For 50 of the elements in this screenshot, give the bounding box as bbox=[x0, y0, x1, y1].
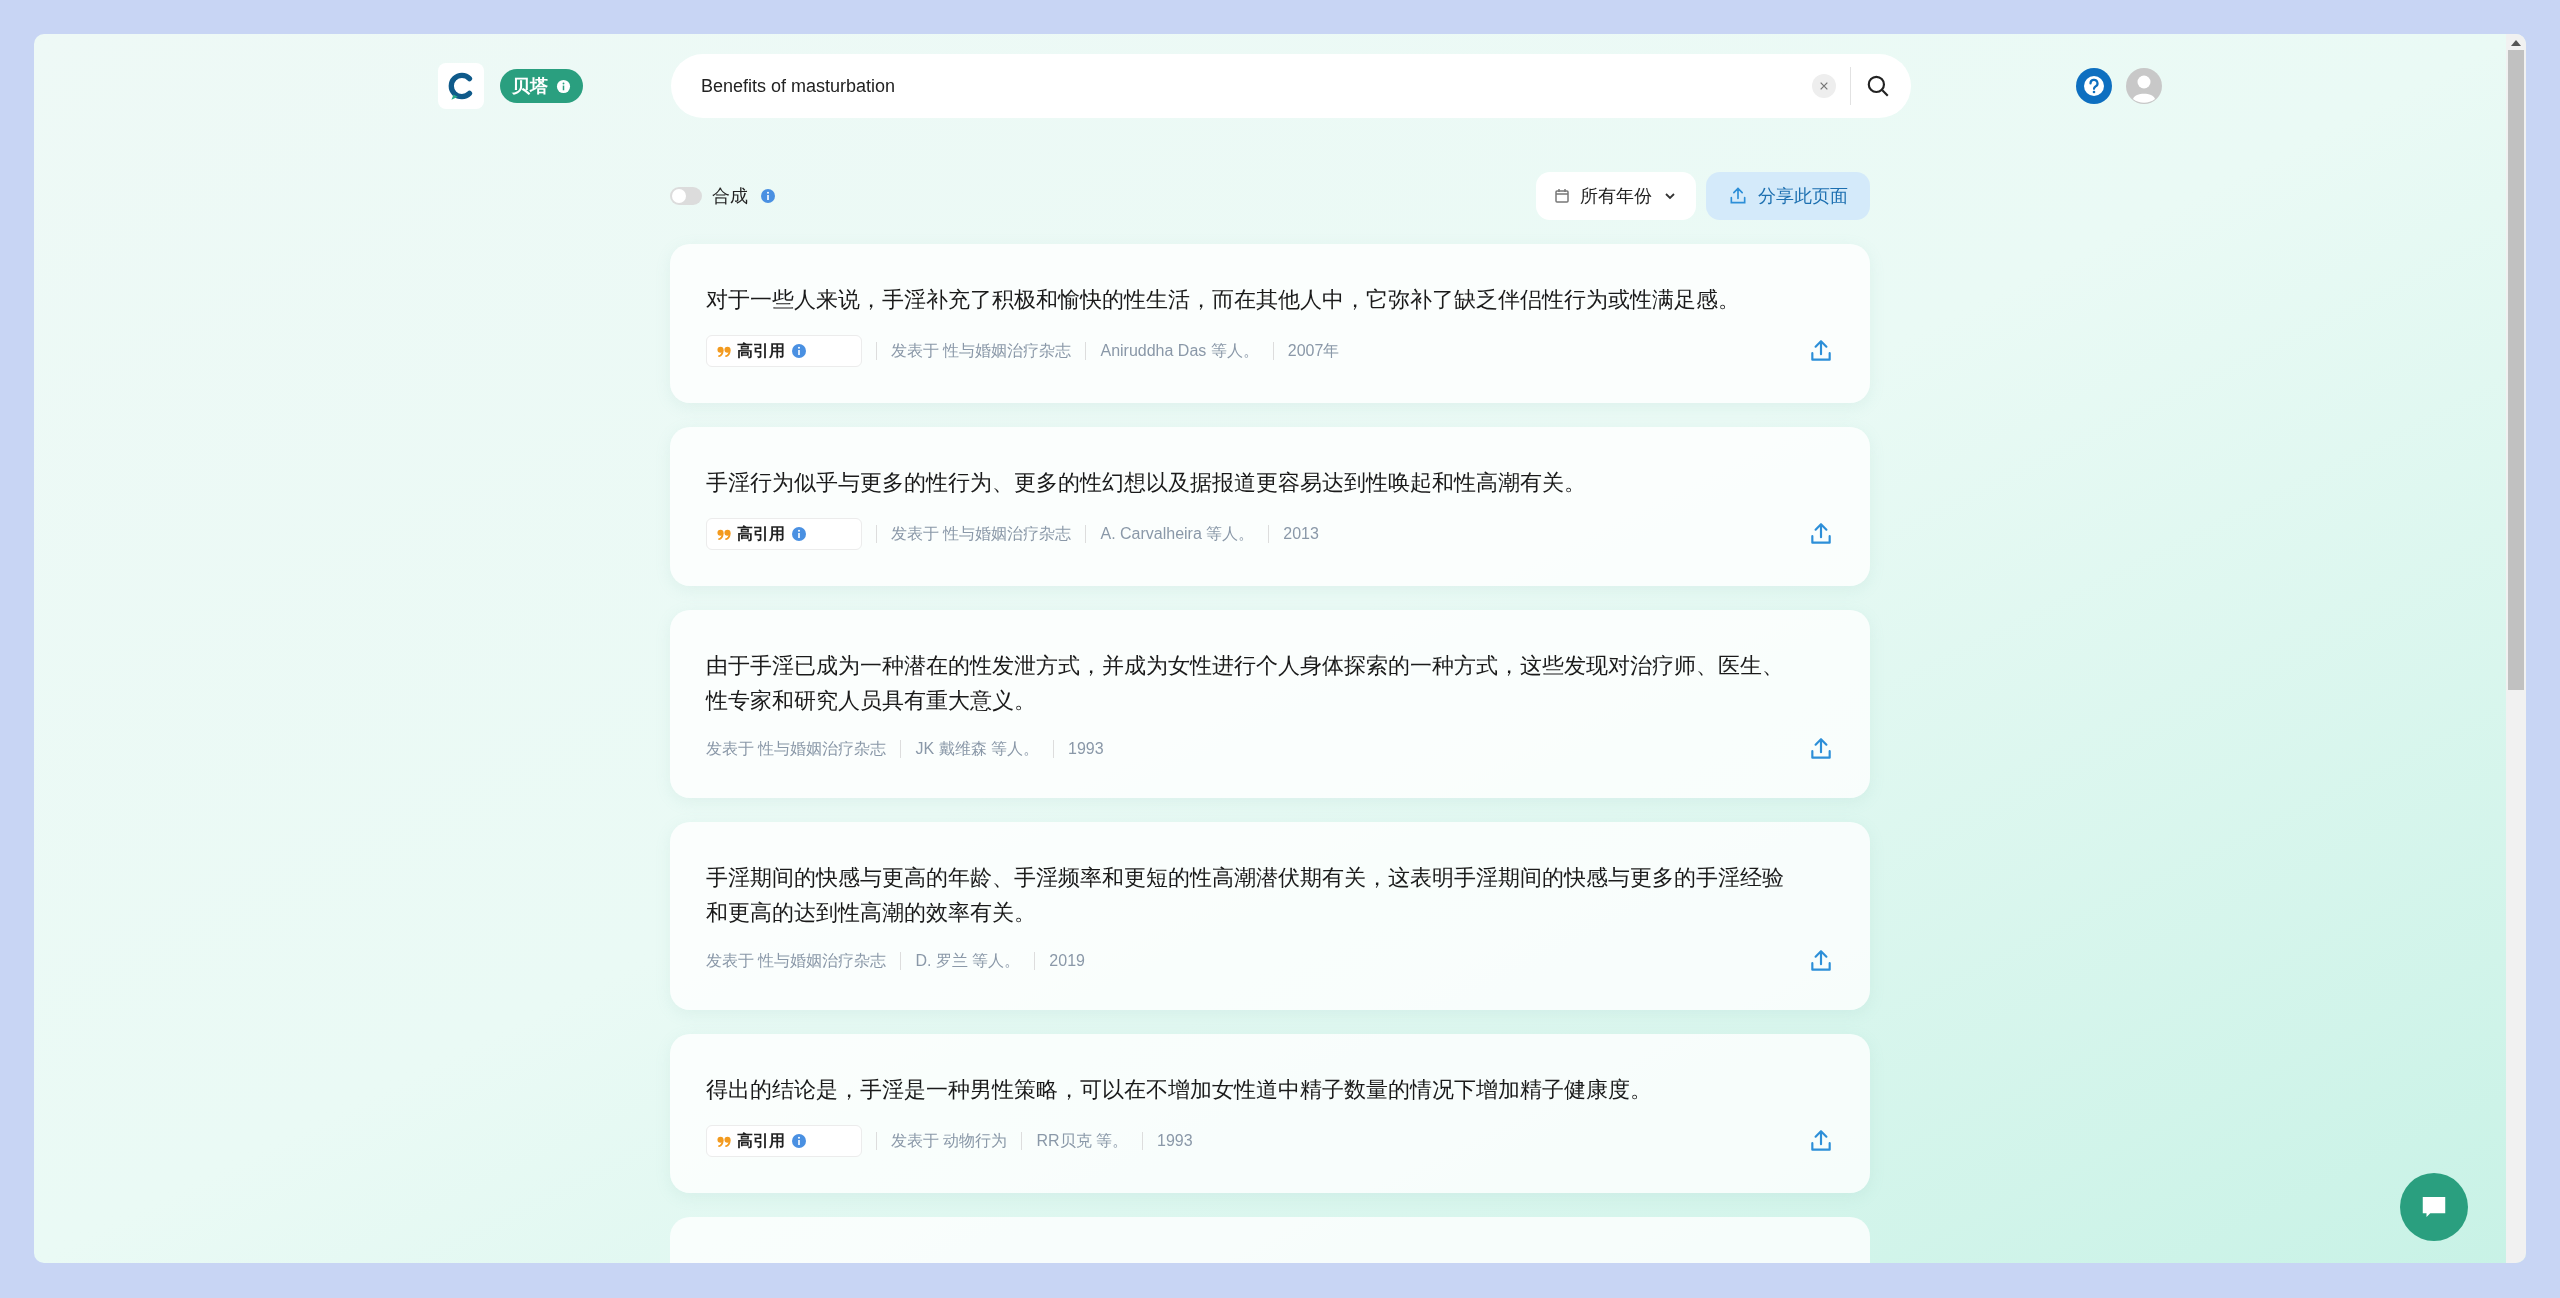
search-field[interactable]: Benefits of masturbation bbox=[671, 54, 1911, 118]
search-input[interactable]: Benefits of masturbation bbox=[701, 72, 1812, 100]
quote-icon bbox=[717, 1135, 731, 1147]
quote-icon bbox=[717, 345, 731, 357]
synthesis-label: 合成 bbox=[712, 184, 748, 208]
share-icon[interactable] bbox=[1808, 736, 1834, 762]
synthesis-toggle[interactable] bbox=[670, 187, 702, 205]
highly-cited-badge[interactable]: 高引用 bbox=[706, 1125, 862, 1157]
highly-cited-badge[interactable]: 高引用 bbox=[706, 518, 862, 550]
close-icon[interactable] bbox=[1819, 81, 1829, 91]
highly-cited-badge[interactable]: 高引用 bbox=[706, 335, 862, 367]
result-card[interactable]: 手淫期间的快感与更高的年龄、手淫频率和更短的性高潮潜伏期有关，这表明手淫期间的快感与更多的手淫经验和更高的达到性高潮的效率有关。 发表于 性与婚姻治疗杂志 D. 罗兰 等人。 2019 bbox=[670, 822, 1870, 1010]
quote-icon bbox=[717, 528, 731, 540]
result-card[interactable]: 由于手淫已成为一种潜在的性发泄方式，并成为女性进行个人身体探索的一种方式，这些发现对治疗师、医生、性专家和研究人员具有重大意义。 发表于 性与婚姻治疗杂志 JK 戴维森 等人。 1993 bbox=[670, 610, 1870, 798]
authors-text: JK 戴维森 等人。 bbox=[915, 739, 1039, 759]
app-logo[interactable] bbox=[438, 63, 484, 109]
claim-text: 由于手淫已成为一种潜在的性发泄方式，并成为女性进行个人身体探索的一种方式，这些发现对治疗师、医生、性专家和研究人员具有重大意义。 bbox=[706, 652, 1785, 715]
help-icon[interactable] bbox=[2076, 68, 2112, 104]
year-filter-dropdown[interactable]: 所有年份 bbox=[1536, 172, 1696, 220]
year-text: 1993 bbox=[1157, 1131, 1193, 1151]
result-card[interactable]: 对于一些人来说，手淫补充了积极和愉快的性生活，而在其他人中，它弥补了缺乏伴侣性行为或性满足感。 高引用 发表于 性与婚姻治疗杂志 Aniruddha Das 等人。 2007年 bbox=[670, 244, 1870, 403]
year-text: 2007年 bbox=[1287, 341, 1340, 361]
info-icon[interactable] bbox=[791, 343, 807, 359]
share-icon[interactable] bbox=[1808, 948, 1834, 974]
result-card[interactable]: 得出的结论是，手淫是一种男性策略，可以在不增加女性道中精子数量的情况下增加精子健康度。 高引用 发表于 动物行为 RR贝克 等。 1993 bbox=[670, 1034, 1870, 1193]
authors-text: Aniruddha Das 等人。 bbox=[1100, 341, 1259, 361]
share-icon[interactable] bbox=[1808, 521, 1834, 547]
authors-text: D. 罗兰 等人。 bbox=[915, 951, 1021, 971]
authors-text: A. Carvalheira 等人。 bbox=[1100, 524, 1255, 544]
claim-text: 手淫期间的快感与更高的年龄、手淫频率和更短的性高潮潜伏期有关，这表明手淫期间的快感与更多的手淫经验和更高的达到性高潮的效率有关。 bbox=[706, 864, 1785, 927]
calendar-icon bbox=[1554, 188, 1570, 204]
info-icon[interactable] bbox=[791, 526, 807, 542]
scrollbar[interactable] bbox=[2506, 34, 2526, 1263]
scroll-up-icon[interactable] bbox=[2511, 40, 2521, 46]
search-icon[interactable] bbox=[1865, 73, 1891, 99]
share-icon bbox=[1728, 186, 1748, 206]
year-text: 2019 bbox=[1049, 951, 1085, 971]
claim-text: 得出的结论是，手淫是一种男性策略，可以在不增加女性道中精子数量的情况下增加精子健康度。 bbox=[706, 1076, 1653, 1104]
result-card[interactable]: 手淫行为似乎与更多的性行为、更多的性幻想以及据报道更容易达到性唤起和性高潮有关。 高引用 发表于 性与婚姻治疗杂志 A. Carvalheira 等人。 2013 bbox=[670, 427, 1870, 586]
share-page-button[interactable]: 分享此页面 bbox=[1706, 172, 1870, 220]
claim-text: 手淫行为似乎与更多的性行为、更多的性幻想以及据报道更容易达到性唤起和性高潮有关。 bbox=[706, 469, 1587, 497]
share-icon[interactable] bbox=[1808, 1128, 1834, 1154]
info-icon[interactable] bbox=[791, 1133, 807, 1149]
year-text: 1993 bbox=[1068, 739, 1104, 759]
year-text: 2013 bbox=[1283, 524, 1319, 544]
clear-button[interactable] bbox=[1812, 74, 1836, 98]
info-icon[interactable] bbox=[760, 188, 776, 204]
claim-text: 对于一些人来说，手淫补充了积极和愉快的性生活，而在其他人中，它弥补了缺乏伴侣性行为或性满足感。 bbox=[706, 286, 1741, 314]
share-icon[interactable] bbox=[1808, 338, 1834, 364]
authors-text: RR贝克 等。 bbox=[1036, 1131, 1128, 1151]
